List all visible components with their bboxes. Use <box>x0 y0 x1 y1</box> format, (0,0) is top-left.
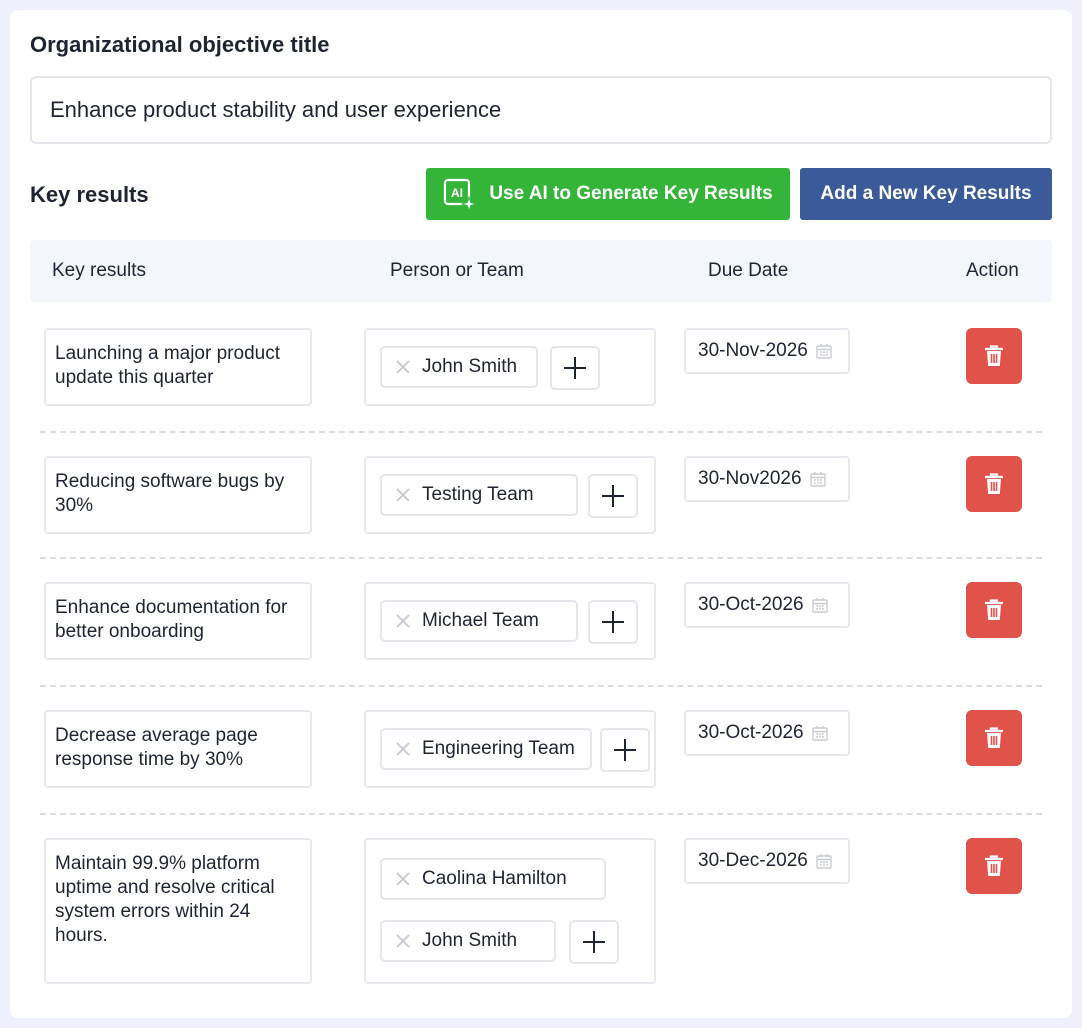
due-date-field[interactable]: 30-Dec-2026 <box>684 838 850 884</box>
add-assignee-button[interactable] <box>550 346 600 390</box>
due-date-field[interactable]: 30-Oct-2026 <box>684 710 850 756</box>
close-icon[interactable] <box>394 358 412 376</box>
plus-icon <box>614 739 636 761</box>
row-divider <box>40 685 1042 687</box>
row-divider <box>40 431 1042 433</box>
close-icon[interactable] <box>394 870 412 888</box>
trash-icon <box>985 727 1003 748</box>
row-divider <box>40 813 1042 815</box>
close-icon[interactable] <box>394 932 412 950</box>
close-icon[interactable] <box>394 612 412 630</box>
key-result-text[interactable]: Reducing software bugs by 30% <box>44 456 312 534</box>
assignee-chip: Caolina Hamilton <box>380 858 606 900</box>
assignee-name: Michael Team <box>422 610 539 631</box>
trash-icon <box>985 473 1003 494</box>
due-date-value: 30-Nov2026 <box>698 468 802 489</box>
calendar-icon[interactable] <box>816 343 832 359</box>
delete-key-result-button[interactable] <box>966 456 1022 512</box>
objective-card: Organizational objective title Key resul… <box>10 10 1072 1018</box>
calendar-icon[interactable] <box>811 597 828 613</box>
delete-key-result-button[interactable] <box>966 328 1022 384</box>
close-icon[interactable] <box>394 740 412 758</box>
key-result-text[interactable]: Enhance documentation for better onboard… <box>44 582 312 660</box>
due-date-field[interactable]: 30-Nov-2026 <box>684 328 850 374</box>
trash-icon <box>985 345 1003 366</box>
due-date-field[interactable]: 30-Nov2026 <box>684 456 850 502</box>
assignee-field[interactable]: John Smith <box>364 328 656 406</box>
calendar-icon[interactable] <box>811 725 828 741</box>
due-date-value: 30-Nov-2026 <box>698 340 808 361</box>
assignee-name: John Smith <box>422 356 518 377</box>
add-assignee-button[interactable] <box>600 728 650 772</box>
trash-icon <box>985 599 1003 620</box>
assignee-field[interactable]: Engineering Team <box>364 710 656 788</box>
assignee-name: John Smith <box>422 930 518 951</box>
assignee-chip: John Smith <box>380 920 556 962</box>
delete-key-result-button[interactable] <box>966 710 1022 766</box>
assignee-name: Testing Team <box>422 484 534 505</box>
assignee-field[interactable]: Caolina Hamilton John Smith <box>364 838 656 984</box>
add-assignee-button[interactable] <box>588 600 638 644</box>
assignee-field[interactable]: Testing Team <box>364 456 656 534</box>
due-date-value: 30-Oct-2026 <box>698 722 804 743</box>
due-date-value: 30-Dec-2026 <box>698 850 808 871</box>
plus-icon <box>602 611 624 633</box>
key-result-text[interactable]: Decrease average page response time by 3… <box>44 710 312 788</box>
plus-icon <box>583 931 605 953</box>
assignee-chip: Michael Team <box>380 600 578 642</box>
delete-key-result-button[interactable] <box>966 582 1022 638</box>
calendar-icon[interactable] <box>816 853 832 869</box>
add-assignee-button[interactable] <box>569 920 619 964</box>
due-date-value: 30-Oct-2026 <box>698 594 804 615</box>
assignee-field[interactable]: Michael Team <box>364 582 656 660</box>
delete-key-result-button[interactable] <box>966 838 1022 894</box>
assignee-chip: Engineering Team <box>380 728 592 770</box>
assignee-chip: Testing Team <box>380 474 578 516</box>
calendar-icon[interactable] <box>809 471 826 487</box>
assignee-name: Engineering Team <box>422 738 575 759</box>
row-divider <box>40 557 1042 559</box>
trash-icon <box>985 855 1003 876</box>
assignee-chip: John Smith <box>380 346 538 388</box>
close-icon[interactable] <box>394 486 412 504</box>
assignee-name: Caolina Hamilton <box>422 868 567 889</box>
key-result-text[interactable]: Launching a major product update this qu… <box>44 328 312 406</box>
key-results-table-body: Launching a major product update this qu… <box>10 10 1072 1018</box>
due-date-field[interactable]: 30-Oct-2026 <box>684 582 850 628</box>
plus-icon <box>602 485 624 507</box>
plus-icon <box>564 357 586 379</box>
add-assignee-button[interactable] <box>588 474 638 518</box>
key-result-text[interactable]: Maintain 99.9% platform uptime and resol… <box>44 838 312 984</box>
